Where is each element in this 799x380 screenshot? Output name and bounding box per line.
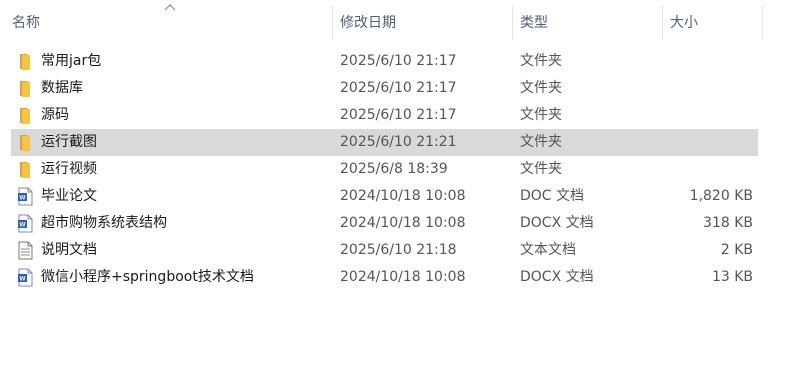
folder-icon: [20, 135, 30, 151]
file-name: 运行视频: [41, 161, 97, 177]
file-name: 微信小程序+springboot技术文档: [41, 269, 254, 285]
file-type: 文本文档: [520, 242, 576, 258]
column-header-bar: 名称 修改日期 类型 大小: [0, 0, 799, 44]
column-header-type[interactable]: 类型: [520, 0, 662, 44]
text-file-icon: [18, 241, 33, 260]
folder-icon: [20, 81, 30, 97]
file-date: 2025/6/10 21:18: [340, 242, 457, 258]
file-row[interactable]: 源码 2025/6/10 21:17 文件夹: [11, 102, 758, 129]
word-docx-icon: W: [18, 268, 33, 287]
file-type: DOCX 文档: [520, 269, 594, 285]
word-docx-icon: W: [18, 214, 33, 233]
file-name: 说明文档: [41, 242, 97, 258]
svg-text:W: W: [19, 222, 26, 229]
file-date: 2025/6/8 18:39: [340, 161, 448, 177]
column-header-date[interactable]: 修改日期: [340, 0, 512, 44]
column-divider[interactable]: [662, 6, 663, 40]
column-header-date-label: 修改日期: [340, 15, 396, 31]
column-header-name-label: 名称: [12, 15, 40, 31]
file-date: 2025/6/10 21:17: [340, 107, 457, 123]
file-date: 2024/10/18 10:08: [340, 188, 466, 204]
column-divider[interactable]: [332, 6, 333, 40]
file-size: 13 KB: [711, 269, 753, 285]
file-type: 文件夹: [520, 53, 562, 69]
file-name: 毕业论文: [41, 188, 97, 204]
sort-ascending-icon: [164, 4, 176, 11]
folder-icon: [20, 162, 30, 178]
file-date: 2025/6/10 21:17: [340, 80, 457, 96]
file-date: 2025/6/10 21:17: [340, 53, 457, 69]
column-header-size-label: 大小: [670, 15, 698, 31]
file-type: 文件夹: [520, 134, 562, 150]
file-row[interactable]: 数据库 2025/6/10 21:17 文件夹: [11, 75, 758, 102]
file-date: 2024/10/18 10:08: [340, 215, 466, 231]
file-row[interactable]: 说明文档 2025/6/10 21:18 文本文档 2 KB: [11, 237, 758, 264]
file-size: 1,820 KB: [689, 188, 753, 204]
file-type: DOC 文档: [520, 188, 585, 204]
column-divider[interactable]: [512, 6, 513, 40]
svg-text:W: W: [19, 276, 26, 283]
file-date: 2025/6/10 21:21: [340, 134, 457, 150]
file-row[interactable]: W 毕业论文 2024/10/18 10:08 DOC 文档 1,820 KB: [11, 183, 758, 210]
file-type: DOCX 文档: [520, 215, 594, 231]
file-name: 运行截图: [41, 134, 97, 150]
file-name: 数据库: [41, 80, 83, 96]
svg-text:W: W: [19, 195, 26, 202]
file-type: 文件夹: [520, 161, 562, 177]
file-type: 文件夹: [520, 80, 562, 96]
folder-icon: [20, 108, 30, 124]
file-row[interactable]: 常用jar包 2025/6/10 21:17 文件夹: [11, 48, 758, 75]
column-header-type-label: 类型: [520, 15, 548, 31]
column-header-size[interactable]: 大小: [670, 0, 762, 44]
file-row[interactable]: W 微信小程序+springboot技术文档 2024/10/18 10:08 …: [11, 264, 758, 291]
file-type: 文件夹: [520, 107, 562, 123]
file-row[interactable]: 运行视频 2025/6/8 18:39 文件夹: [11, 156, 758, 183]
file-row[interactable]: W 超市购物系统表结构 2024/10/18 10:08 DOCX 文档 318…: [11, 210, 758, 237]
column-divider[interactable]: [762, 6, 763, 40]
file-date: 2024/10/18 10:08: [340, 269, 466, 285]
file-name: 源码: [41, 107, 69, 123]
file-size: 2 KB: [720, 242, 753, 258]
file-size: 318 KB: [703, 215, 753, 231]
folder-icon: [20, 54, 30, 70]
file-row-selected[interactable]: 运行截图 2025/6/10 21:21 文件夹: [11, 129, 758, 156]
file-name: 常用jar包: [41, 53, 102, 69]
file-name: 超市购物系统表结构: [41, 215, 167, 231]
word-doc-icon: W: [18, 187, 33, 206]
